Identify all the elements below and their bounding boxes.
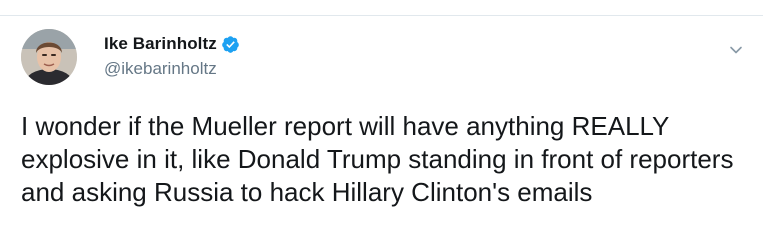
top-divider: [0, 0, 763, 16]
tweet-menu-button[interactable]: [724, 38, 748, 62]
avatar[interactable]: [21, 29, 77, 85]
tweet-text: I wonder if the Mueller report will have…: [21, 111, 734, 207]
handle[interactable]: @ikebarinholtz: [104, 59, 723, 79]
verified-badge-icon: [221, 35, 240, 54]
display-name[interactable]: Ike Barinholtz: [104, 34, 217, 54]
name-row: Ike Barinholtz: [104, 33, 723, 55]
avatar-image: [21, 29, 77, 85]
tweet-header: Ike Barinholtz @ikebarinholtz: [104, 33, 723, 79]
chevron-down-icon: [730, 46, 742, 54]
tweet-card: Ike Barinholtz @ikebarinholtz I wonder i…: [0, 16, 763, 248]
